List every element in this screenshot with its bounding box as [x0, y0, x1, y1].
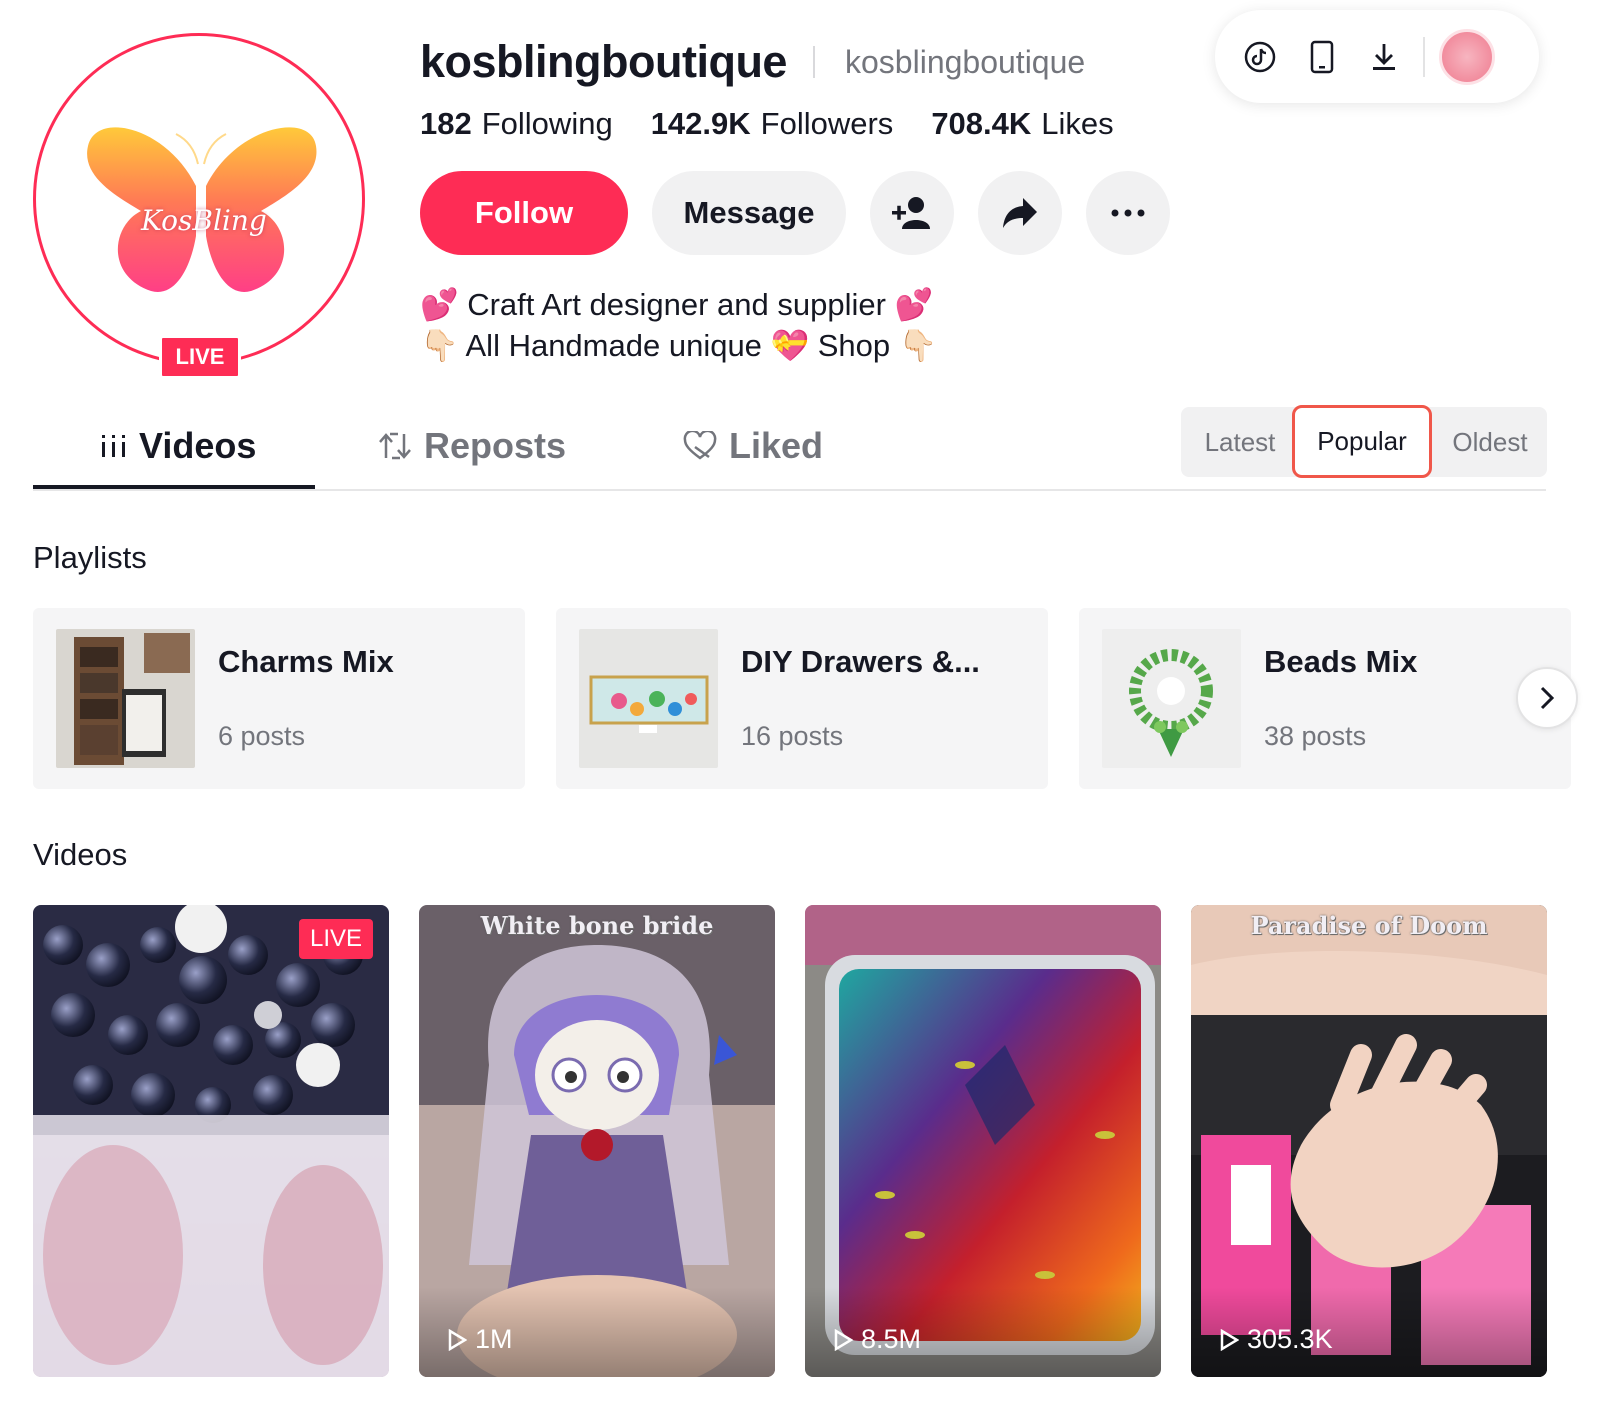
stat-value: 708.4K [931, 106, 1032, 141]
video-thumbnail [33, 905, 389, 1377]
videos-title: Videos [33, 837, 128, 872]
add-friend-button[interactable] [870, 171, 954, 255]
playlist-card[interactable]: DIY Drawers &... 16 posts [556, 608, 1048, 789]
profile-avatar[interactable]: KosBling LIVE [33, 33, 365, 379]
stat-label: Likes [1041, 106, 1114, 141]
heart-icon [683, 431, 717, 460]
top-toolbar [1215, 10, 1539, 103]
playlist-thumbnail [56, 629, 195, 768]
stat-likes: 708.4K Likes [931, 106, 1113, 142]
play-icon [834, 1328, 853, 1351]
live-badge[interactable]: LIVE [159, 335, 241, 379]
playlist-count: 6 posts [218, 721, 306, 751]
playlists-title: Playlists [33, 540, 147, 575]
active-tab-indicator [33, 485, 315, 489]
follow-button[interactable]: Follow [420, 171, 628, 255]
video-caption: Paradise of Doom [1250, 911, 1488, 940]
sort-latest[interactable]: Latest [1181, 407, 1299, 477]
playlist-card[interactable]: Charms Mix 6 posts [33, 608, 525, 789]
video-card[interactable]: White bone bride 1M [419, 905, 775, 1377]
name-divider [813, 46, 815, 78]
repost-icon [379, 432, 411, 460]
play-icon [1220, 1328, 1239, 1351]
video-card[interactable]: LIVE [33, 905, 389, 1377]
username: kosblingboutique [420, 36, 787, 87]
video-live-badge: LIVE [299, 919, 373, 959]
stat-followers[interactable]: 142.9K Followers [651, 106, 894, 142]
avatar-text: KosBling [141, 204, 267, 237]
profile-bio: 💕 Craft Art designer and supplier 💕 👇🏻 A… [420, 284, 937, 366]
video-card[interactable]: 8.5M [805, 905, 1161, 1377]
download-icon[interactable] [1367, 40, 1401, 74]
view-count: 8.5M [861, 1324, 922, 1354]
video-views: 1M [447, 1324, 513, 1355]
tab-label: Liked [729, 425, 824, 466]
tab-videos[interactable]: Videos [101, 425, 256, 467]
sort-oldest[interactable]: Oldest [1433, 407, 1547, 477]
playlist-next-button[interactable] [1516, 667, 1578, 729]
share-icon [1003, 198, 1037, 228]
view-count: 305.3K [1247, 1324, 1333, 1354]
user-avatar[interactable] [1439, 28, 1495, 85]
tiktok-icon[interactable] [1243, 40, 1277, 74]
tab-reposts[interactable]: Reposts [378, 425, 566, 467]
video-caption: White bone bride [480, 911, 714, 940]
profile-stats: 182 Following 142.9K Followers 708.4K Likes [420, 106, 1114, 142]
more-options-button[interactable] [1086, 171, 1170, 255]
stat-following[interactable]: 182 Following [420, 106, 613, 142]
nickname: kosblingboutique [845, 44, 1086, 80]
sort-toggle: Latest Popular Oldest [1181, 405, 1547, 478]
playlist-card[interactable]: Beads Mix 38 posts [1079, 608, 1571, 789]
video-views: 8.5M [833, 1324, 921, 1355]
stat-value: 142.9K [650, 106, 751, 141]
grid-icon [102, 435, 125, 457]
bio-line: 👇🏻 All Handmade unique 💝 Shop 👇🏻 [420, 328, 938, 363]
share-button[interactable] [978, 171, 1062, 255]
avatar-ring: KosBling [33, 33, 365, 365]
video-views: 305.3K [1219, 1324, 1333, 1355]
view-count: 1M [475, 1324, 513, 1354]
video-card[interactable]: Paradise of Doom 305.3K [1191, 905, 1547, 1377]
more-icon [1111, 209, 1145, 217]
tab-liked[interactable]: Liked [683, 425, 823, 467]
stat-label: Following [481, 106, 613, 141]
profile-actions: Follow Message [420, 171, 1170, 255]
playlist-name: DIY Drawers &... [741, 644, 980, 679]
playlist-count: 16 posts [741, 721, 844, 751]
playlist-count: 38 posts [1264, 721, 1367, 751]
stat-label: Followers [760, 106, 894, 141]
toolbar-divider [1423, 36, 1425, 77]
tab-label: Reposts [424, 425, 567, 466]
tab-label: Videos [139, 425, 257, 466]
bio-line: 💕 Craft Art designer and supplier 💕 [420, 287, 934, 322]
play-icon [448, 1328, 467, 1351]
sort-popular[interactable]: Popular [1292, 405, 1432, 478]
add-user-icon [892, 197, 930, 229]
mobile-icon[interactable] [1305, 40, 1339, 74]
playlist-thumbnail [579, 629, 718, 768]
message-button[interactable]: Message [652, 171, 846, 255]
chevron-right-icon [1540, 686, 1555, 710]
playlist-name: Beads Mix [1264, 644, 1418, 679]
stat-value: 182 [420, 106, 472, 141]
playlist-name: Charms Mix [218, 644, 394, 679]
playlist-thumbnail [1102, 629, 1241, 768]
